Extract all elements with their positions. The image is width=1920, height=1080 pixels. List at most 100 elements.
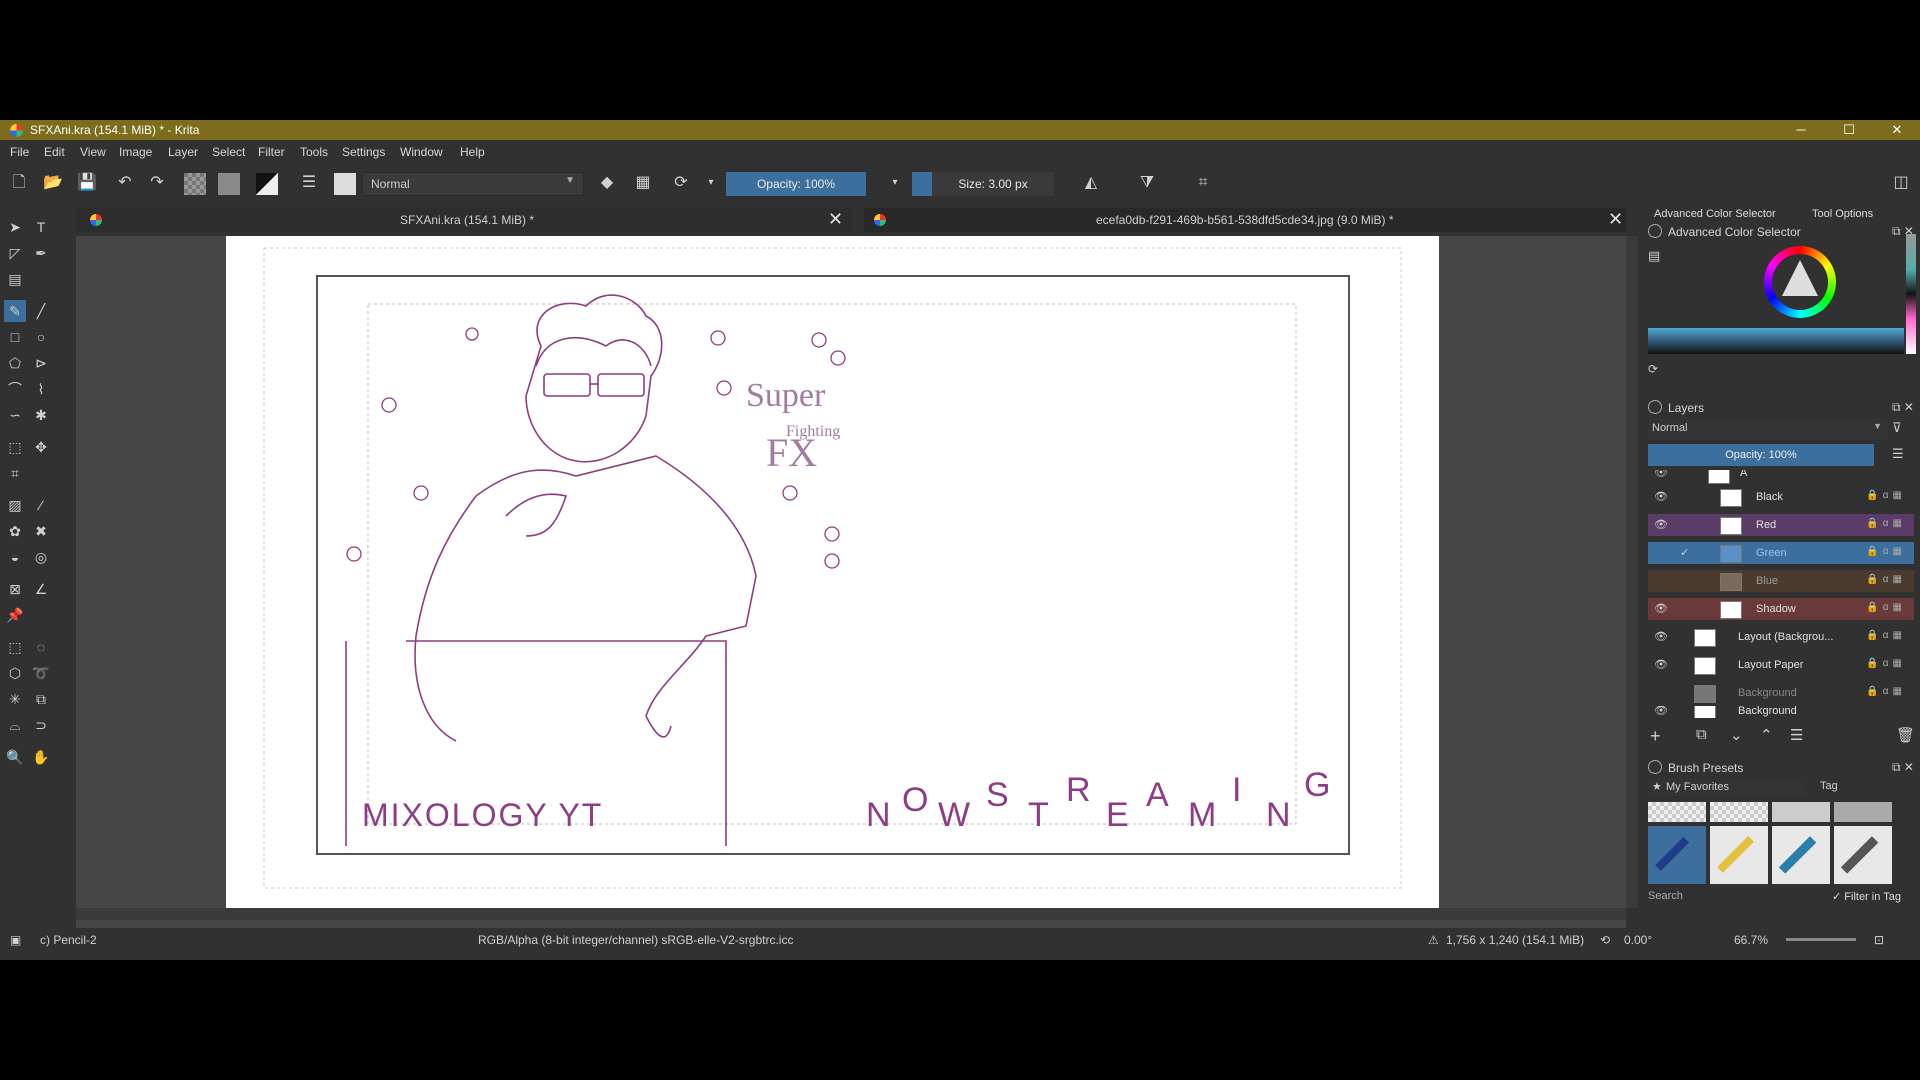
lock-icon[interactable] xyxy=(1648,400,1662,414)
ellipse-tool-icon[interactable]: ○ xyxy=(30,326,52,348)
calligraphy-icon[interactable]: ✒ xyxy=(30,242,52,264)
menu-settings[interactable]: Settings xyxy=(342,145,385,159)
brush-search-label[interactable]: Search xyxy=(1648,890,1683,902)
open-document-icon[interactable]: 📂 xyxy=(42,172,64,194)
eye-icon[interactable]: 👁 xyxy=(1654,602,1668,615)
dynamic-brush-icon[interactable]: ∽ xyxy=(4,404,26,426)
menu-view[interactable]: View xyxy=(80,145,106,159)
eye-icon[interactable]: 👁 xyxy=(1654,630,1668,643)
menu-tools[interactable]: Tools xyxy=(300,145,328,159)
polygon-tool-icon[interactable]: ⬠ xyxy=(4,352,26,374)
reference-tool-icon[interactable]: 📌 xyxy=(4,604,26,626)
polyline-tool-icon[interactable]: ⊳ xyxy=(30,352,52,374)
layers-opacity-slider[interactable]: Opacity: 100% xyxy=(1648,444,1874,466)
undo-icon[interactable]: ↶ xyxy=(114,172,136,194)
save-icon[interactable]: 💾 xyxy=(76,172,98,194)
enclose-fill-icon[interactable]: ◎ xyxy=(30,546,52,568)
brush-settings-icon[interactable]: ☰ xyxy=(298,172,320,194)
move-layer-up-icon[interactable]: ⌃ xyxy=(1760,726,1773,744)
horizontal-scrollbar[interactable] xyxy=(76,908,1626,920)
check-icon[interactable]: ✓ xyxy=(1680,546,1689,559)
rectangle-tool-icon[interactable]: □ xyxy=(4,326,26,348)
layer-row[interactable]: 👁 A xyxy=(1648,470,1914,484)
layer-row[interactable]: Blue 🔒α▦ xyxy=(1648,570,1914,592)
refresh-icon[interactable]: ⟳ xyxy=(1648,362,1658,376)
layer-props-icon[interactable]: 🔒α▦ xyxy=(1866,490,1906,501)
layer-row[interactable]: 👁 Background xyxy=(1648,706,1914,718)
move-layer-down-icon[interactable]: ⌄ xyxy=(1730,726,1743,744)
layer-row[interactable]: 👁 Layout Paper 🔒α▦ xyxy=(1648,654,1914,676)
lock-icon[interactable] xyxy=(1648,224,1662,238)
float-close-icon[interactable]: ⧉ ✕ xyxy=(1892,760,1914,775)
fit-page-icon[interactable]: ⊡ xyxy=(1874,933,1884,947)
brush-preset[interactable] xyxy=(1648,802,1706,822)
eye-icon[interactable]: 👁 xyxy=(1654,518,1668,531)
tab-tool-options[interactable]: Tool Options xyxy=(1812,208,1873,220)
menu-filter[interactable]: Filter xyxy=(258,145,285,159)
close-tab-icon[interactable]: ✕ xyxy=(828,209,843,230)
layer-row-selected[interactable]: ✓ Green 🔒α▦ xyxy=(1648,542,1914,564)
layer-props-icon[interactable]: 🔒α▦ xyxy=(1866,686,1906,697)
move-tool-icon[interactable]: ✥ xyxy=(30,436,52,458)
contiguous-select-icon[interactable]: ✳ xyxy=(4,688,26,710)
delete-layer-icon[interactable]: 🗑 xyxy=(1896,726,1915,744)
pattern-swatch[interactable] xyxy=(218,173,240,195)
wrap-around-icon[interactable]: ⌗ xyxy=(1192,172,1214,194)
filter-in-tag-checkbox[interactable]: ✓ Filter in Tag xyxy=(1832,890,1901,903)
magnetic-select-icon[interactable]: ⊃ xyxy=(30,714,52,736)
layer-menu-icon[interactable]: ☰ xyxy=(1892,446,1904,462)
gradient-swatch[interactable] xyxy=(184,173,206,195)
menu-file[interactable]: File xyxy=(10,145,29,159)
chevron-down-icon[interactable]: ▾ xyxy=(884,172,906,194)
float-close-icon[interactable]: ⧉ ✕ xyxy=(1892,400,1914,415)
brush-tag-select[interactable]: ★ My Favorites xyxy=(1648,778,1806,796)
eye-icon[interactable]: 👁 xyxy=(1654,470,1668,479)
filter-icon[interactable]: ⊽ xyxy=(1892,420,1902,436)
color-picker-icon[interactable]: ⁄ xyxy=(30,494,52,516)
tab-jpg[interactable]: ecefa0db-f291-469b-b561-538dfd5cde34.jpg… xyxy=(864,208,1626,232)
pan-tool-icon[interactable]: ✋ xyxy=(30,746,52,768)
layer-properties-icon[interactable]: ☰ xyxy=(1790,726,1803,744)
brush-preset[interactable] xyxy=(1834,826,1892,884)
rotation-value[interactable]: 0.00° xyxy=(1624,933,1652,947)
blend-mode-select[interactable]: Normal ▼ xyxy=(362,172,584,196)
menu-image[interactable]: Image xyxy=(119,145,152,159)
color-triangle[interactable] xyxy=(1782,260,1818,296)
tab-sfxani[interactable]: SFXAni.kra (154.1 MiB) * ✕ xyxy=(76,208,852,232)
brush-preset[interactable] xyxy=(1834,802,1892,822)
maximize-button[interactable]: ☐ xyxy=(1826,120,1872,140)
color-settings-icon[interactable]: ▤ xyxy=(1648,248,1660,264)
layer-props-icon[interactable]: 🔒α▦ xyxy=(1866,574,1906,585)
color-bars[interactable] xyxy=(1648,328,1904,354)
zoom-slider[interactable] xyxy=(1786,938,1856,941)
minimize-button[interactable]: ─ xyxy=(1778,120,1824,140)
mirror-horizontal-icon[interactable]: ◭ xyxy=(1080,172,1102,194)
size-slider-fill[interactable] xyxy=(912,172,932,196)
duplicate-layer-icon[interactable]: ⧉ xyxy=(1696,726,1707,743)
size-slider[interactable]: Size: 3.00 px xyxy=(932,172,1054,196)
tag-button[interactable]: Tag xyxy=(1820,780,1838,792)
line-tool-icon[interactable]: ╱ xyxy=(30,300,52,322)
layer-row[interactable]: 👁 Red 🔒α▦ xyxy=(1648,514,1914,536)
brush-preset[interactable] xyxy=(1772,826,1830,884)
brush-preset[interactable] xyxy=(1710,826,1768,884)
eye-icon[interactable]: 👁 xyxy=(1654,490,1668,503)
eraser-mode-icon[interactable]: ◆ xyxy=(596,172,618,194)
close-window-button[interactable]: ✕ xyxy=(1874,120,1920,140)
layer-row[interactable]: Background 🔒α▦ xyxy=(1648,682,1914,704)
transform-tool-icon[interactable]: ⬚ xyxy=(4,436,26,458)
zoom-value[interactable]: 66.7% xyxy=(1734,933,1768,947)
fg-bg-color-icon[interactable] xyxy=(256,173,278,195)
layer-row[interactable]: 👁 Black 🔒α▦ xyxy=(1648,486,1914,508)
rect-select-icon[interactable]: ⬚ xyxy=(4,636,26,658)
gradient-tool-icon[interactable]: ▨ xyxy=(4,494,26,516)
measure-tool-icon[interactable]: ∠ xyxy=(30,578,52,600)
brush-preset[interactable] xyxy=(1710,802,1768,822)
lock-icon[interactable] xyxy=(1648,760,1662,774)
eye-icon[interactable]: 👁 xyxy=(1654,658,1668,671)
color-history[interactable] xyxy=(1906,234,1916,354)
new-document-icon[interactable]: 🗋 xyxy=(8,172,30,194)
rotation-icon[interactable]: ⟲ xyxy=(1600,933,1610,947)
brush-preset[interactable] xyxy=(1772,802,1830,822)
menu-layer[interactable]: Layer xyxy=(168,145,198,159)
